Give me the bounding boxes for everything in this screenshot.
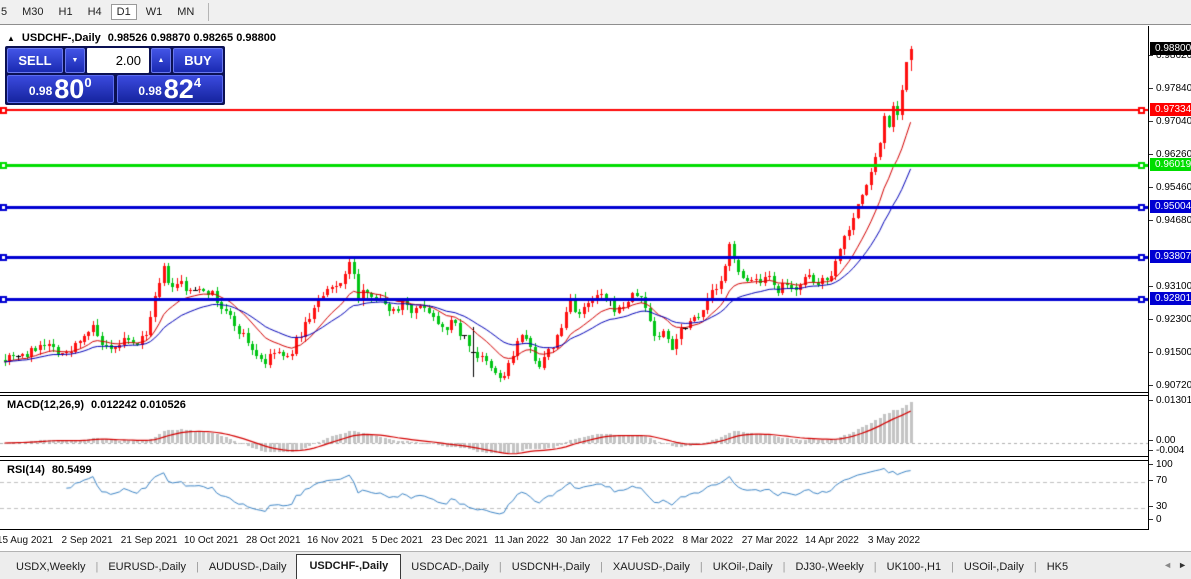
date-tick-label: 27 Mar 2022 bbox=[742, 535, 798, 546]
price-tick-label: 0.91500 bbox=[1149, 347, 1191, 359]
date-tick-label: 2 Sep 2021 bbox=[61, 535, 112, 546]
tab-eurusd-daily[interactable]: EURUSD-,Daily bbox=[98, 557, 196, 579]
tab-xauusd-daily[interactable]: XAUUSD-,Daily bbox=[603, 557, 700, 579]
buy-price-big: 82 bbox=[164, 76, 194, 102]
tab-uk100-h1[interactable]: UK100-,H1 bbox=[877, 557, 951, 579]
timeframe-toolbar: 5M30H1H4D1W1MN bbox=[0, 0, 1191, 25]
chart-tab-bar: USDX,Weekly|EURUSD-,Daily|AUDUSD-,DailyU… bbox=[0, 551, 1191, 579]
price-tick-label: 0.92300 bbox=[1149, 314, 1191, 326]
buy-button[interactable]: BUY bbox=[173, 48, 223, 73]
chart-title: ▲ USDCHF-,Daily 0.98526 0.98870 0.98265 … bbox=[7, 32, 276, 44]
timeframe-button-W1[interactable]: W1 bbox=[140, 4, 169, 20]
date-tick-label: 30 Jan 2022 bbox=[556, 535, 611, 546]
collapse-panel-icon[interactable]: ▲ bbox=[7, 34, 15, 43]
timeframe-button-D1[interactable]: D1 bbox=[111, 4, 137, 20]
rsi-tick-label: 0 bbox=[1149, 514, 1162, 526]
tab-dj30-weekly[interactable]: DJ30-,Weekly bbox=[786, 557, 874, 579]
tab-hk5[interactable]: HK5 bbox=[1037, 557, 1078, 579]
rsi-indicator-panel: RSI(14) 80.5499 bbox=[0, 460, 1148, 530]
price-badge-0.95004: 0.95004 bbox=[1150, 200, 1191, 213]
tab-usdchf-daily[interactable]: USDCHF-,Daily bbox=[296, 554, 401, 579]
price-badge-0.98800: 0.98800 bbox=[1150, 42, 1191, 55]
macd-title: MACD(12,26,9) 0.012242 0.010526 bbox=[7, 399, 186, 411]
buy-price-pip: 4 bbox=[194, 75, 201, 90]
tab-usdcad-daily[interactable]: USDCAD-,Daily bbox=[401, 557, 499, 579]
date-tick-label: 11 Jan 2022 bbox=[494, 535, 548, 546]
date-tick-label: 3 May 2022 bbox=[868, 535, 920, 546]
rsi-title: RSI(14) 80.5499 bbox=[7, 464, 92, 476]
macd-name: MACD(12,26,9) bbox=[7, 399, 84, 411]
date-tick-label: 21 Sep 2021 bbox=[121, 535, 178, 546]
timeframe-button-MN[interactable]: MN bbox=[171, 4, 200, 20]
tab-scroll-right-icon[interactable]: ► bbox=[1178, 560, 1187, 570]
sell-price-display[interactable]: 0.98 80 0 bbox=[7, 75, 114, 103]
macd-indicator-panel: MACD(12,26,9) 0.012242 0.010526 bbox=[0, 395, 1148, 457]
tab-usdx-weekly[interactable]: USDX,Weekly bbox=[6, 557, 95, 579]
sell-button[interactable]: SELL bbox=[7, 48, 63, 73]
timeframe-button-5[interactable]: 5 bbox=[0, 4, 13, 20]
main-chart-panel: ▲ USDCHF-,Daily 0.98526 0.98870 0.98265 … bbox=[0, 26, 1148, 393]
rsi-name: RSI(14) bbox=[7, 464, 45, 476]
tab-audusd-daily[interactable]: AUDUSD-,Daily bbox=[199, 557, 297, 579]
buy-price-prefix: 0.98 bbox=[138, 84, 161, 102]
date-tick-label: 15 Aug 2021 bbox=[0, 535, 53, 546]
volume-increase-button[interactable]: ▲ bbox=[151, 48, 171, 73]
toolbar-separator bbox=[208, 3, 209, 21]
tab-scroll-arrows: ◄► bbox=[1163, 560, 1187, 570]
buy-price-display[interactable]: 0.98 82 4 bbox=[117, 75, 224, 103]
price-tick-label: 0.93100 bbox=[1149, 281, 1191, 293]
date-axis[interactable]: 15 Aug 2021 2 Sep 2021 21 Sep 2021 10 Oct 2… bbox=[0, 530, 1148, 550]
price-tick-label: 0.97040 bbox=[1149, 116, 1191, 128]
price-tick-label: 0.97840 bbox=[1149, 83, 1191, 95]
price-badge-0.92801: 0.92801 bbox=[1150, 292, 1191, 305]
rsi-tick-label: 100 bbox=[1149, 459, 1173, 471]
price-badge-0.96019: 0.96019 bbox=[1150, 158, 1191, 171]
price-badge-0.97334: 0.97334 bbox=[1150, 103, 1191, 116]
price-badge-0.93807: 0.93807 bbox=[1150, 250, 1191, 263]
date-tick-label: 8 Mar 2022 bbox=[682, 535, 733, 546]
tab-usdcnh-daily[interactable]: USDCNH-,Daily bbox=[502, 557, 600, 579]
date-tick-label: 23 Dec 2021 bbox=[431, 535, 488, 546]
date-tick-label: 28 Oct 2021 bbox=[246, 535, 300, 546]
one-click-trade-panel: SELL ▼ 2.00 ▲ BUY 0.98 80 0 0.98 82 4 bbox=[5, 46, 225, 105]
sell-price-pip: 0 bbox=[84, 75, 91, 90]
rsi-tick-label: 30 bbox=[1149, 501, 1167, 513]
tab-scroll-left-icon[interactable]: ◄ bbox=[1163, 560, 1172, 570]
rsi-value: 80.5499 bbox=[52, 464, 92, 476]
date-tick-label: 14 Apr 2022 bbox=[805, 535, 859, 546]
price-axis[interactable]: 0.986200.978400.970400.962600.954600.946… bbox=[1148, 26, 1191, 530]
macd-tick-label: -0.004 bbox=[1149, 445, 1184, 457]
symbol-period-label: USDCHF-,Daily bbox=[22, 32, 101, 44]
price-tick-label: 0.94680 bbox=[1149, 215, 1191, 227]
volume-input[interactable]: 2.00 bbox=[87, 48, 149, 73]
sell-price-prefix: 0.98 bbox=[29, 84, 52, 102]
timeframe-button-H4[interactable]: H4 bbox=[82, 4, 108, 20]
date-tick-label: 16 Nov 2021 bbox=[307, 535, 364, 546]
date-tick-label: 17 Feb 2022 bbox=[618, 535, 674, 546]
ohlc-readout: 0.98526 0.98870 0.98265 0.98800 bbox=[108, 32, 276, 44]
rsi-canvas bbox=[0, 461, 1148, 529]
macd-tick-label: 0.013015 bbox=[1149, 395, 1191, 407]
date-tick-label: 10 Oct 2021 bbox=[184, 535, 238, 546]
volume-decrease-button[interactable]: ▼ bbox=[65, 48, 85, 73]
timeframe-button-M30[interactable]: M30 bbox=[16, 4, 49, 20]
rsi-tick-label: 70 bbox=[1149, 475, 1167, 487]
macd-values: 0.012242 0.010526 bbox=[91, 399, 186, 411]
tab-usoil-daily[interactable]: USOil-,Daily bbox=[954, 557, 1034, 579]
timeframe-button-H1[interactable]: H1 bbox=[53, 4, 79, 20]
sell-price-big: 80 bbox=[54, 76, 84, 102]
price-tick-label: 0.95460 bbox=[1149, 182, 1191, 194]
price-tick-label: 0.90720 bbox=[1149, 380, 1191, 392]
date-tick-label: 5 Dec 2021 bbox=[372, 535, 423, 546]
tab-ukoil-daily[interactable]: UKOil-,Daily bbox=[703, 557, 783, 579]
